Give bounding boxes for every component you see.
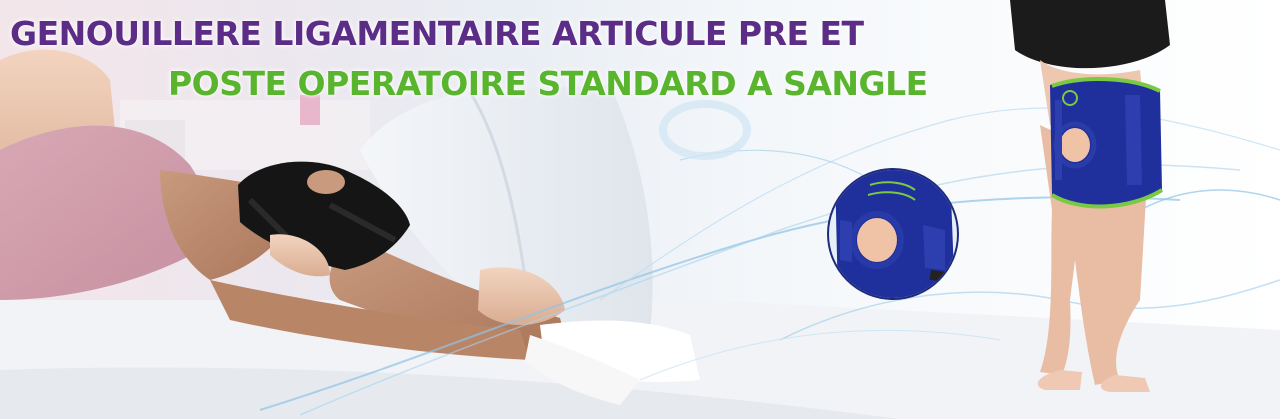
banner-illustration [0, 0, 1280, 419]
banner-title-line-2: POSTE OPERATOIRE STANDARD A SANGLE [168, 64, 928, 103]
banner-title-line-1: GENOUILLERE LIGAMENTAIRE ARTICULE PRE ET [10, 14, 864, 53]
product-banner: GENOUILLERE LIGAMENTAIRE ARTICULE PRE ET… [0, 0, 1280, 419]
